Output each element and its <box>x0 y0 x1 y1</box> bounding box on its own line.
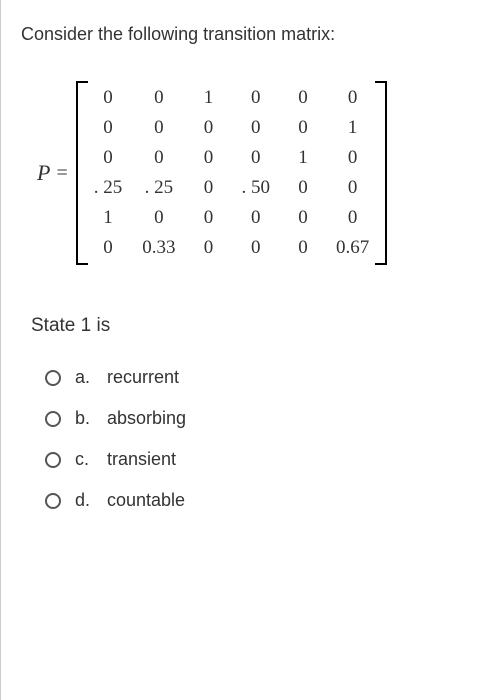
cell: 1 <box>336 117 369 139</box>
cell: 1 <box>94 207 123 229</box>
cell: . 25 <box>142 177 175 199</box>
cell: 0 <box>336 177 369 199</box>
option-b[interactable]: b. absorbing <box>45 408 484 429</box>
matrix-equation: P = 0 0 1 0 0 0 0 0 0 0 0 1 0 0 0 0 1 0 … <box>37 81 484 265</box>
option-a[interactable]: a. recurrent <box>45 367 484 388</box>
cell: 0 <box>241 237 270 259</box>
cell: 0 <box>241 147 270 169</box>
cell: 0 <box>142 207 175 229</box>
cell: 1 <box>290 147 316 169</box>
radio-icon[interactable] <box>45 370 61 386</box>
option-text: countable <box>107 490 185 511</box>
cell: 0 <box>241 117 270 139</box>
cell: . 50 <box>241 177 270 199</box>
cell: 0 <box>94 87 123 109</box>
cell: 0 <box>290 177 316 199</box>
right-bracket <box>375 81 387 265</box>
left-bracket <box>76 81 88 265</box>
cell: 0 <box>142 117 175 139</box>
cell: 0.67 <box>336 237 369 259</box>
prompt-text: Consider the following transition matrix… <box>21 24 484 45</box>
cell: 0 <box>195 237 221 259</box>
cell: 0 <box>290 87 316 109</box>
option-text: absorbing <box>107 408 186 429</box>
cell: 0 <box>290 117 316 139</box>
cell: 0 <box>241 87 270 109</box>
cell: . 25 <box>94 177 123 199</box>
option-d[interactable]: d. countable <box>45 490 484 511</box>
option-letter: d. <box>75 490 93 511</box>
cell: 0 <box>241 207 270 229</box>
cell: 0 <box>94 117 123 139</box>
cell: 0 <box>290 207 316 229</box>
cell: 0 <box>195 147 221 169</box>
cell: 0 <box>336 147 369 169</box>
cell: 0 <box>142 147 175 169</box>
question-text: State 1 is <box>31 315 484 337</box>
cell: 0 <box>195 117 221 139</box>
cell: 0 <box>94 147 123 169</box>
option-text: recurrent <box>107 367 179 388</box>
option-text: transient <box>107 449 176 470</box>
cell: 0.33 <box>142 237 175 259</box>
cell: 0 <box>94 237 123 259</box>
cell: 0 <box>195 177 221 199</box>
cell: 0 <box>336 207 369 229</box>
matrix-variable: P <box>37 160 50 186</box>
options-list: a. recurrent b. absorbing c. transient d… <box>45 367 484 511</box>
option-letter: a. <box>75 367 93 388</box>
cell: 0 <box>290 237 316 259</box>
radio-icon[interactable] <box>45 452 61 468</box>
option-c[interactable]: c. transient <box>45 449 484 470</box>
option-letter: b. <box>75 408 93 429</box>
option-letter: c. <box>75 449 93 470</box>
cell: 0 <box>195 207 221 229</box>
radio-icon[interactable] <box>45 411 61 427</box>
equals-sign: = <box>56 162 67 185</box>
cell: 0 <box>142 87 175 109</box>
cell: 1 <box>195 87 221 109</box>
radio-icon[interactable] <box>45 493 61 509</box>
cell: 0 <box>336 87 369 109</box>
matrix-grid: 0 0 1 0 0 0 0 0 0 0 0 1 0 0 0 0 1 0 . 25… <box>88 81 376 265</box>
